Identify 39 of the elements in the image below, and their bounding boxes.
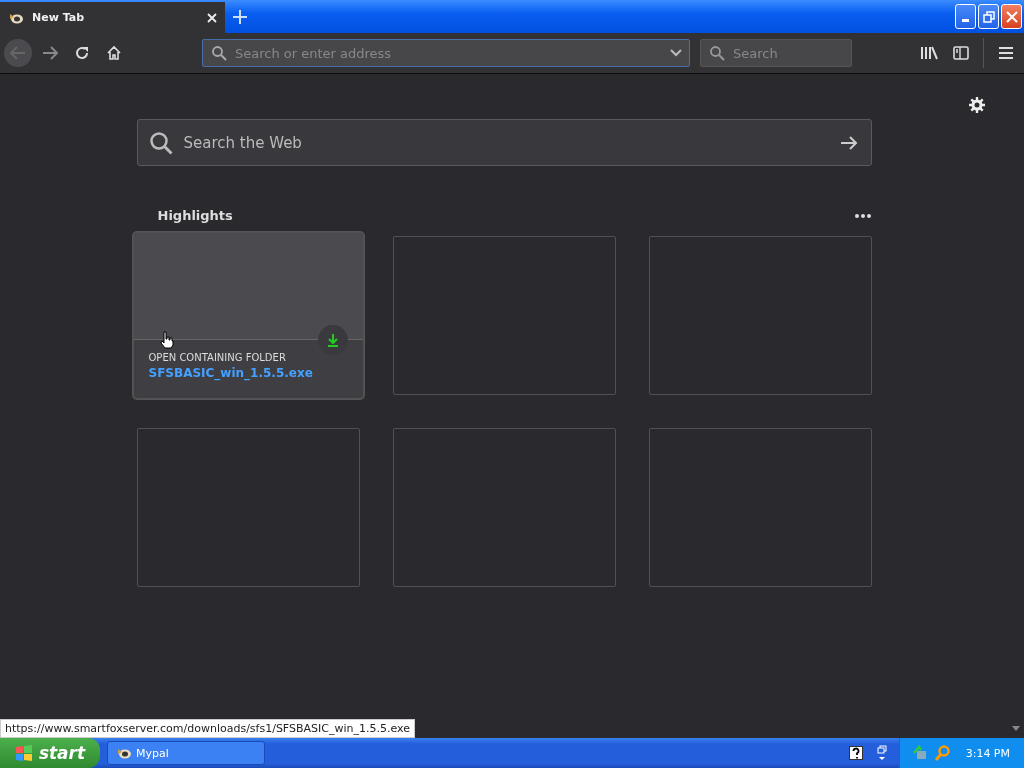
close-icon	[1005, 10, 1018, 23]
settings-button[interactable]	[968, 96, 986, 114]
windows-icon[interactable]	[876, 745, 887, 761]
gear-icon	[969, 97, 985, 113]
taskbar-button[interactable]: Mypal	[107, 741, 265, 765]
tab[interactable]: New Tab	[0, 2, 225, 33]
search-field[interactable]: Search	[700, 39, 852, 67]
forward-arrow-icon	[41, 44, 59, 62]
minimize-icon	[962, 19, 969, 22]
reload-icon	[74, 45, 90, 61]
home-icon	[106, 45, 122, 61]
close-tab-icon[interactable]	[207, 12, 217, 23]
dropdown-icon[interactable]	[670, 49, 682, 57]
web-search-field[interactable]: Search the Web	[136, 119, 872, 166]
clock: 3:14 PM	[965, 746, 1010, 760]
start-button[interactable]: start	[0, 738, 100, 768]
plus-icon	[232, 8, 248, 25]
highlight-card[interactable]: OPEN CONTAINING FOLDER SFSBASIC_win_1.5.5.exe	[132, 232, 364, 399]
card-context-label: OPEN CONTAINING FOLDER	[148, 352, 286, 363]
library-icon	[920, 45, 938, 61]
restore-button[interactable]	[978, 4, 999, 29]
section-heading: Highlights	[157, 208, 233, 223]
sidebar-icon	[953, 46, 969, 60]
minimize-button[interactable]	[955, 4, 976, 29]
dots-icon	[854, 213, 871, 218]
browser-icon	[116, 746, 132, 760]
help-icon[interactable]	[848, 746, 863, 760]
file-link[interactable]: SFSBASIC_win_1.5.5.exe	[148, 366, 313, 380]
windows-logo-icon	[14, 744, 33, 762]
back-arrow-icon	[9, 44, 27, 62]
arrow-icon[interactable]	[839, 134, 858, 151]
scroll-down-arrow-icon[interactable]	[1012, 726, 1020, 732]
hand-cursor-icon	[159, 331, 174, 349]
address-field[interactable]: Search or enter address	[202, 39, 690, 67]
menu-icon	[999, 47, 1013, 59]
status-url: https://www.smartfoxserver.com/downloads/sfs1/SFSBASIC_win_1.5.5.exe	[0, 719, 415, 738]
close-button[interactable]	[1001, 4, 1022, 29]
download-icon	[317, 325, 348, 355]
restore-icon	[982, 10, 995, 23]
